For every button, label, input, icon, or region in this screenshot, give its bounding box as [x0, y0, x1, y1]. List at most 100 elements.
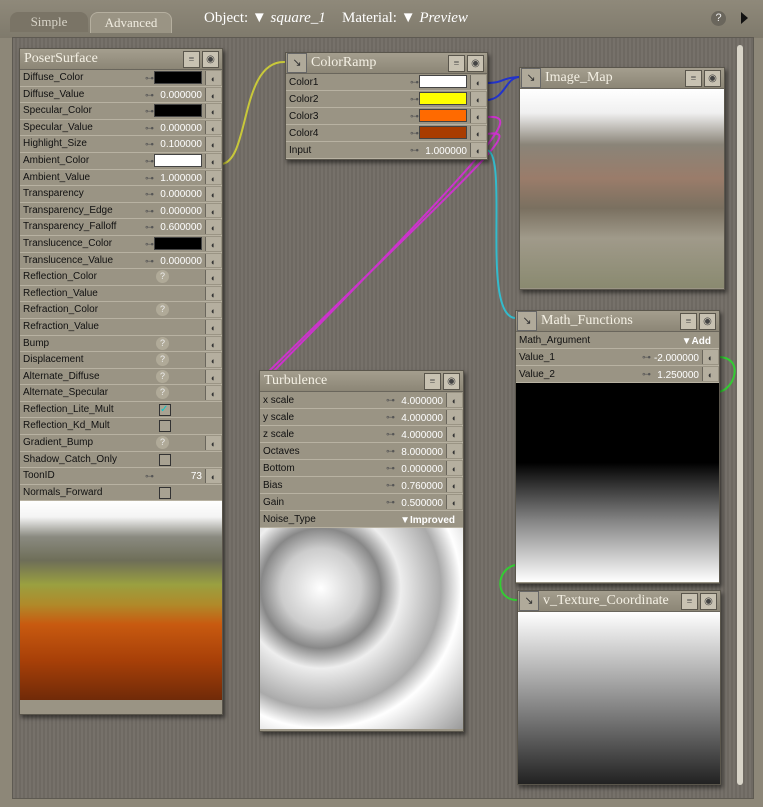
param-row[interactable]: Ambient_Value ⊶ 1.000000 ◐ [20, 170, 222, 187]
param-row[interactable]: Transparency ⊶ 0.000000 ◐ [20, 186, 222, 203]
node-header[interactable]: ↘ ColorRamp ≡ ◉ [286, 53, 487, 74]
param-value[interactable]: 0.500000 [401, 495, 443, 512]
preview-eye-icon[interactable]: ◉ [699, 313, 716, 330]
checkbox[interactable]: ✓ [159, 403, 171, 416]
input-plug-icon[interactable]: ◐ [205, 436, 221, 450]
color-ramp-node[interactable]: ↘ ColorRamp ≡ ◉ Color1 ⊶ ◐ Color2 ⊶ ◐ Color3 ⊶ ◐ Colo… [285, 52, 488, 160]
param-value[interactable]: 0.000000 [160, 187, 202, 204]
input-plug-icon[interactable]: ◐ [446, 478, 462, 492]
param-value[interactable]: 4.000000 [401, 410, 443, 427]
param-row[interactable]: z scale ⊶ 4.000000 ◐ [260, 426, 463, 443]
preview-eye-icon[interactable]: ◉ [202, 51, 219, 68]
param-row[interactable]: Octaves ⊶ 8.000000 ◐ [260, 443, 463, 460]
input-plug-icon[interactable]: ◐ [205, 386, 221, 400]
input-plug-icon[interactable]: ◐ [205, 137, 221, 151]
node-header[interactable]: PoserSurface ≡ ◉ [20, 49, 222, 70]
param-row[interactable]: Shadow_Catch_Only [20, 452, 222, 469]
input-plug-icon[interactable]: ◐ [446, 393, 462, 407]
input-plug-icon[interactable]: ◐ [205, 303, 221, 317]
param-select[interactable]: ▼Add [682, 333, 711, 350]
param-row[interactable]: Value_1 ⊶ -2.000000 ◐ [516, 349, 719, 366]
param-value[interactable]: -2.000000 [654, 350, 699, 367]
preview-eye-icon[interactable]: ◉ [467, 55, 484, 72]
param-value[interactable]: 0.100000 [160, 137, 202, 154]
collapse-arrow-icon[interactable]: ↘ [519, 591, 539, 611]
input-plug-icon[interactable]: ◐ [470, 92, 486, 106]
node-header[interactable]: Turbulence ≡ ◉ [260, 371, 463, 392]
param-row[interactable]: Normals_Forward [20, 485, 222, 502]
preview-eye-icon[interactable]: ◉ [700, 593, 717, 610]
param-value[interactable]: 0.000000 [401, 461, 443, 478]
param-row[interactable]: x scale ⊶ 4.000000 ◐ [260, 392, 463, 409]
param-row[interactable]: Bias ⊶ 0.760000 ◐ [260, 477, 463, 494]
turbulence-node[interactable]: Turbulence ≡ ◉ x scale ⊶ 4.000000 ◐ y scale ⊶ 4.0… [259, 370, 464, 732]
checkbox[interactable] [159, 420, 171, 433]
input-plug-icon[interactable]: ◐ [470, 109, 486, 123]
param-row[interactable]: Transparency_Edge ⊶ 0.000000 ◐ [20, 203, 222, 220]
color-swatch[interactable] [419, 92, 467, 105]
preview-eye-icon[interactable]: ◉ [443, 373, 460, 390]
param-row[interactable]: Displacement? ◐ [20, 352, 222, 369]
collapse-arrow-icon[interactable]: ↘ [521, 68, 541, 88]
param-row[interactable]: Value_2 ⊶ 1.250000 ◐ [516, 366, 719, 383]
param-row[interactable]: Color3 ⊶ ◐ [286, 108, 487, 125]
input-plug-icon[interactable]: ◐ [205, 469, 221, 483]
param-value[interactable]: 1.000000 [160, 171, 202, 188]
input-plug-icon[interactable]: ◐ [446, 427, 462, 441]
input-plug-icon[interactable]: ◐ [205, 253, 221, 268]
input-plug-icon[interactable]: ◐ [205, 286, 221, 301]
node-menu-icon[interactable]: ≡ [424, 373, 441, 390]
param-row[interactable]: Ambient_Color ⊶ ◐ [20, 153, 222, 170]
color-swatch[interactable] [419, 126, 467, 139]
input-plug-icon[interactable]: ◐ [205, 170, 221, 185]
param-value[interactable]: 4.000000 [401, 427, 443, 444]
collapse-arrow-icon[interactable]: ↘ [517, 311, 537, 331]
input-plug-icon[interactable]: ◐ [446, 461, 462, 475]
input-plug-icon[interactable]: ◐ [446, 410, 462, 424]
param-row[interactable]: Reflection_Lite_Mult ✓ [20, 402, 222, 419]
node-header[interactable]: ↘ v_Texture_Coordinate ≡ ◉ [518, 591, 720, 612]
node-menu-icon[interactable]: ≡ [183, 51, 200, 68]
node-header[interactable]: ↘ Math_Functions ≡ ◉ [516, 311, 719, 332]
param-value[interactable]: 0.600000 [160, 220, 202, 237]
input-plug-icon[interactable]: ◐ [470, 126, 486, 140]
input-plug-icon[interactable]: ◐ [205, 203, 221, 218]
input-plug-icon[interactable]: ◐ [205, 87, 221, 102]
param-row[interactable]: Bottom ⊶ 0.000000 ◐ [260, 460, 463, 477]
input-plug-icon[interactable]: ◐ [205, 71, 221, 85]
input-plug-icon[interactable]: ◐ [205, 104, 221, 118]
param-value[interactable]: 8.000000 [401, 444, 443, 461]
color-swatch[interactable] [419, 109, 467, 122]
param-row[interactable]: Reflection_Kd_Mult [20, 418, 222, 436]
color-swatch[interactable] [154, 236, 202, 250]
node-menu-icon[interactable]: ≡ [685, 70, 702, 87]
input-plug-icon[interactable]: ◐ [702, 350, 718, 364]
image-map-node[interactable]: ↘ Image_Map ≡ ◉ [519, 67, 725, 290]
poser-surface-node[interactable]: PoserSurface ≡ ◉ Diffuse_Color ⊶ ◐ Diffuse_Val… [19, 48, 223, 715]
input-plug-icon[interactable]: ◐ [205, 353, 221, 367]
input-plug-icon[interactable]: ◐ [205, 153, 221, 168]
param-row[interactable]: Gradient_Bump? ◐ [20, 435, 222, 452]
param-value[interactable]: 0.760000 [401, 478, 443, 495]
param-value[interactable]: 0.000000 [160, 254, 202, 271]
param-value[interactable]: 73 [191, 469, 202, 486]
color-swatch[interactable] [154, 104, 202, 117]
collapse-arrow-icon[interactable]: ↘ [287, 53, 307, 73]
input-plug-icon[interactable]: ◐ [446, 444, 462, 458]
param-row[interactable]: ToonID ⊶ 73 ◐ [20, 468, 222, 485]
param-row[interactable]: Specular_Value ⊶ 0.000000 ◐ [20, 120, 222, 137]
param-row[interactable]: Color1 ⊶ ◐ [286, 74, 487, 91]
input-plug-icon[interactable]: ◐ [205, 187, 221, 201]
param-value[interactable]: 1.250000 [657, 367, 699, 384]
node-menu-icon[interactable]: ≡ [680, 313, 697, 330]
checkbox[interactable] [159, 453, 171, 466]
param-row[interactable]: Math_Argument ▼Add [516, 332, 719, 349]
input-plug-icon[interactable]: ◐ [470, 75, 486, 89]
input-plug-icon[interactable]: ◐ [205, 270, 221, 284]
color-swatch[interactable] [154, 153, 202, 167]
param-row[interactable]: Diffuse_Color ⊶ ◐ [20, 70, 222, 87]
input-plug-icon[interactable]: ◐ [205, 369, 221, 384]
param-value[interactable]: 0.000000 [160, 121, 202, 138]
param-row[interactable]: Specular_Color ⊶ ◐ [20, 103, 222, 120]
preview-eye-icon[interactable]: ◉ [704, 70, 721, 87]
